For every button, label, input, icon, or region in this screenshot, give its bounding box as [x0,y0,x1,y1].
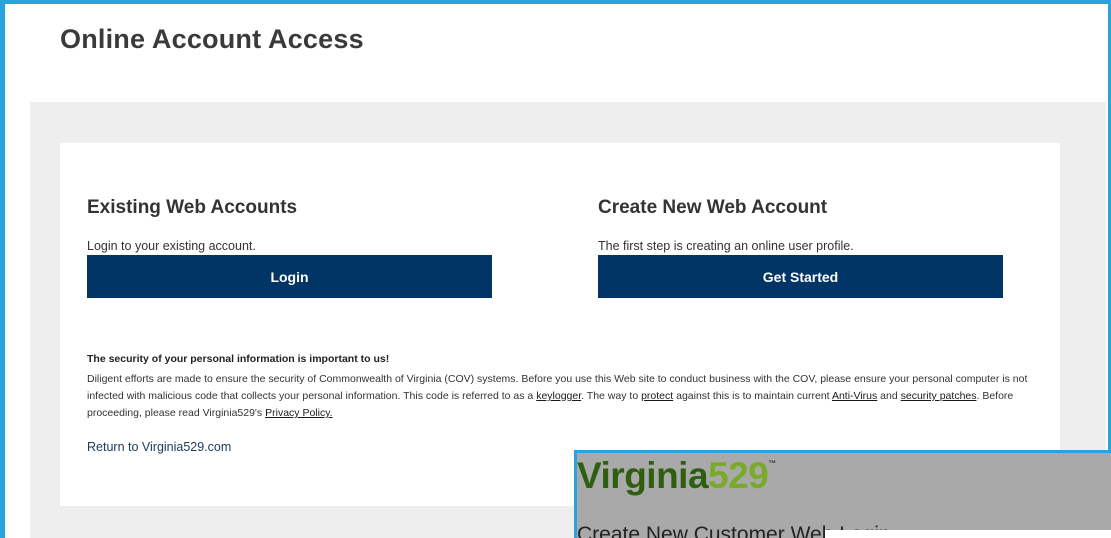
existing-accounts-heading: Existing Web Accounts [87,197,298,218]
security-notice: The security of your personal informatio… [87,353,1037,422]
popup-content-panel [825,530,1111,538]
create-account-section: Create New Web Account The first step is… [598,195,1003,298]
popup-window[interactable]: Virginia529™ Create New Customer Web Log… [574,450,1111,538]
privacy-policy-link[interactable]: Privacy Policy. [265,407,333,419]
keylogger-link[interactable]: keylogger [536,390,581,402]
page-title: Online Account Access [60,24,364,54]
logo-word: Virginia [577,455,709,496]
security-patches-link[interactable]: security patches [901,390,977,402]
security-text: and [877,390,901,402]
existing-accounts-subtext: Login to your existing account. [87,239,256,253]
protect-link[interactable]: protect [641,390,673,402]
logo-number: 529 [708,455,769,496]
security-text: against this is to maintain current [673,390,832,402]
logo-trademark: ™ [768,459,776,468]
create-account-heading: Create New Web Account [598,197,828,218]
return-to-site-link[interactable]: Return to Virginia529.com [87,440,231,454]
existing-accounts-section: Existing Web Accounts Login to your exis… [87,195,492,298]
get-started-button[interactable]: Get Started [598,255,1003,298]
security-body: Diligent efforts are made to ensure the … [87,371,1037,422]
virginia529-logo: Virginia529™ [577,455,776,497]
create-account-subtext: The first step is creating an online use… [598,239,854,253]
security-heading: The security of your personal informatio… [87,353,390,365]
login-button[interactable]: Login [87,255,492,298]
window-frame-left [0,0,5,538]
anti-virus-link[interactable]: Anti-Virus [832,390,877,402]
window-frame-top [0,0,1111,4]
security-text: . The way to [581,390,642,402]
